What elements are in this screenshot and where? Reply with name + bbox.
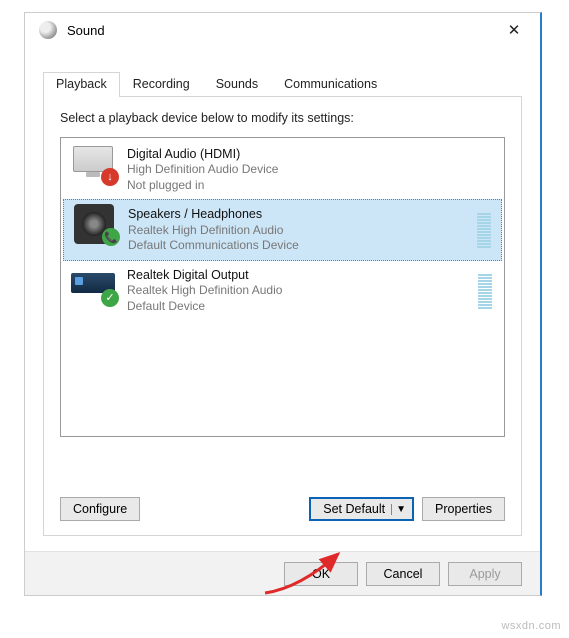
close-button[interactable]: ✕: [494, 15, 534, 45]
comm-default-badge-icon: 📞: [102, 228, 120, 246]
level-meter: [478, 267, 492, 309]
titlebar: Sound ✕: [25, 13, 540, 47]
tab-recording[interactable]: Recording: [120, 72, 203, 97]
chevron-down-icon[interactable]: ▼: [391, 504, 410, 515]
device-desc: Realtek High Definition Audio: [127, 283, 472, 299]
device-row-hdmi[interactable]: ↓ Digital Audio (HDMI) High Definition A…: [63, 140, 502, 199]
device-row-digital-output[interactable]: ✓ Realtek Digital Output Realtek High De…: [63, 261, 502, 320]
default-badge-icon: ✓: [101, 289, 119, 307]
device-row-speakers[interactable]: 📞 Speakers / Headphones Realtek High Def…: [63, 199, 502, 260]
device-list[interactable]: ↓ Digital Audio (HDMI) High Definition A…: [60, 137, 505, 437]
tab-panel-playback: Select a playback device below to modify…: [43, 96, 522, 536]
dialog-buttons: OK Cancel Apply: [25, 551, 540, 595]
device-name: Realtek Digital Output: [127, 267, 472, 283]
sound-icon: [39, 21, 57, 39]
monitor-icon: ↓: [69, 144, 117, 184]
tab-playback[interactable]: Playback: [43, 72, 120, 97]
speaker-icon: 📞: [70, 204, 118, 244]
level-meter: [477, 206, 491, 248]
device-name: Speakers / Headphones: [128, 206, 471, 222]
tab-sounds[interactable]: Sounds: [203, 72, 271, 97]
watermark: wsxdn.com: [501, 620, 561, 632]
device-desc: High Definition Audio Device: [127, 162, 496, 178]
device-desc: Realtek High Definition Audio: [128, 223, 471, 239]
cancel-button[interactable]: Cancel: [366, 562, 440, 586]
set-default-label: Set Default: [323, 502, 385, 516]
device-status: Default Communications Device: [128, 238, 471, 254]
set-default-button[interactable]: Set Default ▼: [309, 497, 414, 521]
sound-dialog: Sound ✕ Playback Recording Sounds Commun…: [24, 12, 542, 596]
panel-button-row: Configure Set Default ▼ Properties: [60, 497, 505, 521]
tabstrip: Playback Recording Sounds Communications: [43, 71, 522, 96]
device-name: Digital Audio (HDMI): [127, 146, 496, 162]
window-title: Sound: [67, 23, 494, 38]
device-status: Not plugged in: [127, 178, 496, 194]
ok-button[interactable]: OK: [284, 562, 358, 586]
apply-button[interactable]: Apply: [448, 562, 522, 586]
configure-button[interactable]: Configure: [60, 497, 140, 521]
properties-button[interactable]: Properties: [422, 497, 505, 521]
instruction-text: Select a playback device below to modify…: [60, 111, 505, 125]
unplugged-badge-icon: ↓: [101, 168, 119, 186]
receiver-icon: ✓: [69, 265, 117, 305]
tab-communications[interactable]: Communications: [271, 72, 390, 97]
device-status: Default Device: [127, 299, 472, 315]
